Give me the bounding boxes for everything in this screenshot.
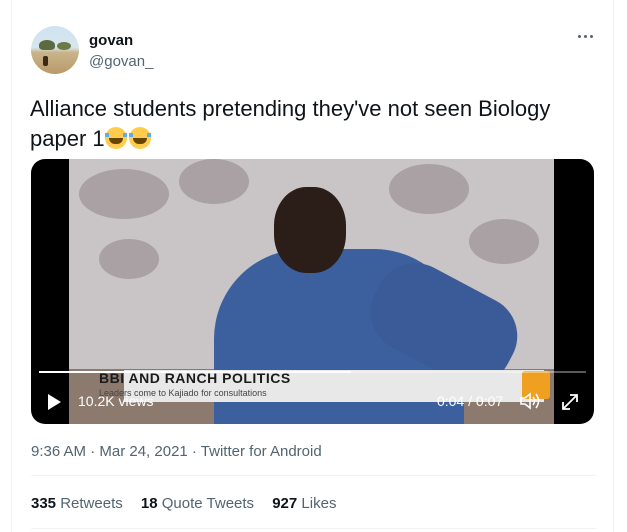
video-progress-fill — [39, 371, 351, 373]
play-icon[interactable] — [48, 394, 61, 410]
author-name[interactable]: govan — [89, 32, 133, 49]
divider — [31, 475, 596, 476]
video-progress-bar[interactable] — [39, 371, 586, 373]
tweet-text: Alliance students pretending they've not… — [30, 94, 600, 154]
fullscreen-icon[interactable] — [559, 391, 581, 413]
retweets-stat[interactable]: 335 Retweets — [31, 495, 123, 512]
divider — [31, 528, 596, 529]
likes-label: Likes — [301, 495, 337, 512]
retweets-count: 335 — [31, 495, 57, 512]
retweets-label: Retweets — [60, 495, 123, 512]
volume-icon[interactable] — [518, 390, 542, 412]
video-time: 0:04 / 0:07 — [437, 393, 504, 409]
crying-laughing-emoji — [128, 127, 151, 149]
avatar[interactable] — [31, 26, 79, 74]
quotes-label: Quote Tweets — [161, 495, 255, 512]
more-icon[interactable] — [576, 26, 596, 46]
tweet-timestamp[interactable]: 9:36 AM · Mar 24, 2021 · Twitter for And… — [31, 443, 322, 460]
tweet-stats: 335 Retweets 18 Quote Tweets 927 Likes — [31, 495, 350, 512]
author-handle[interactable]: @govan_ — [89, 53, 153, 70]
likes-stat[interactable]: 927 Likes — [272, 495, 336, 512]
video-player[interactable]: BBI AND RANCH POLITICS Leaders come to K… — [31, 159, 594, 424]
likes-count: 927 — [272, 495, 298, 512]
crying-laughing-emoji — [104, 127, 127, 149]
quotes-count: 18 — [140, 495, 158, 512]
quote-tweets-stat[interactable]: 18 Quote Tweets — [141, 495, 254, 512]
view-count: 10.2K views — [78, 393, 154, 409]
